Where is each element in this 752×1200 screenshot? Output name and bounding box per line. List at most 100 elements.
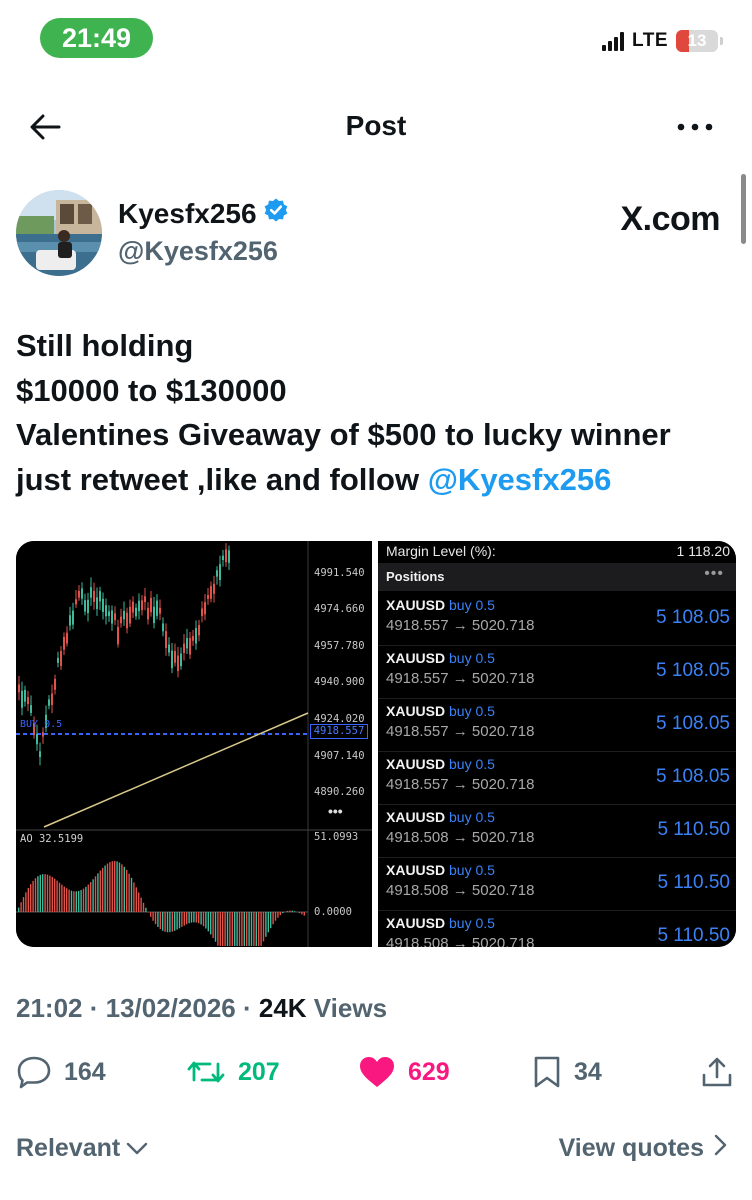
ao-bar: [270, 912, 272, 929]
ao-bar: [279, 912, 281, 916]
ao-bar: [258, 912, 260, 946]
price-level-label: 4957.780: [314, 640, 365, 652]
ao-bar: [174, 912, 176, 931]
ao-bar: [195, 912, 197, 923]
ao-bar: [145, 907, 147, 912]
position-row[interactable]: XAUUSD buy 0.5 4918.557 → 5020.718 5 108.0…: [378, 752, 736, 805]
sort-replies-button[interactable]: Relevant: [16, 1134, 148, 1163]
view-quotes-link[interactable]: View quotes: [559, 1134, 728, 1163]
ao-bar: [205, 912, 207, 929]
position-row[interactable]: XAUUSD buy 0.5 4918.508 → 5020.718 5 110.5…: [378, 911, 736, 947]
ao-bar: [193, 912, 195, 923]
position-prices: 4918.508 → 5020.718: [386, 935, 535, 947]
position-prices: 4918.508 → 5020.718: [386, 829, 535, 846]
ao-bar: [58, 882, 61, 912]
more-horizontal-icon[interactable]: [676, 112, 714, 142]
ao-bar: [150, 912, 152, 917]
position-symbol-text: XAUUSD: [386, 703, 446, 719]
author-handle[interactable]: @Kyesfx256: [118, 236, 278, 267]
position-side: buy 0.5: [449, 703, 495, 719]
ao-bar: [210, 912, 212, 935]
ao-bar: [25, 892, 27, 912]
reply-icon: [16, 1055, 52, 1089]
mention-link[interactable]: @Kyesfx256: [428, 462, 612, 497]
ao-bar: [241, 912, 243, 946]
position-row[interactable]: XAUUSD buy 0.5 4918.557 → 5020.718 5 108.0…: [378, 699, 736, 752]
ao-bar: [39, 874, 41, 912]
bookmark-button[interactable]: 34: [532, 1052, 602, 1092]
ao-bar: [128, 873, 130, 912]
ao-bar: [99, 870, 101, 912]
position-symbol: XAUUSD buy 0.5: [386, 809, 495, 825]
ao-bar: [46, 874, 49, 912]
share-button[interactable]: [700, 1052, 734, 1092]
positions-image[interactable]: Margin Level (%): 1 118.20 Positions •••…: [378, 541, 736, 947]
ao-bar: [178, 912, 181, 929]
tweet-media[interactable]: 4991.540 4974.660 4957.780 4940.900 4924…: [16, 541, 736, 947]
position-side: buy 0.5: [449, 756, 495, 772]
ao-bar: [231, 912, 233, 946]
positions-more-icon: •••: [704, 565, 724, 582]
position-row[interactable]: XAUUSD buy 0.5 4918.508 → 5020.718 5 110.5…: [378, 805, 736, 858]
chevron-right-icon: [714, 1134, 728, 1163]
position-profit: 5 108.05: [656, 607, 730, 628]
ao-bar: [277, 912, 279, 918]
ao-bar: [219, 912, 221, 946]
ao-bar: [34, 878, 37, 912]
ao-bar: [298, 912, 301, 914]
ao-bar: [102, 867, 104, 912]
ao-bar: [303, 912, 305, 916]
position-row[interactable]: XAUUSD buy 0.5 4918.557 → 5020.718 5 108.0…: [378, 646, 736, 699]
like-count: 629: [408, 1057, 450, 1086]
scrollbar[interactable]: [741, 174, 746, 244]
ao-bar: [260, 912, 262, 946]
ao-bar: [73, 891, 75, 912]
post-time: 21:02: [16, 993, 83, 1023]
tweet-line: just retweet ,like and follow @Kyesfx256: [16, 458, 736, 503]
position-row[interactable]: XAUUSD buy 0.5 4918.508 → 5020.718 5 110.5…: [378, 858, 736, 911]
position-side: buy 0.5: [449, 650, 495, 666]
ao-bar: [181, 912, 183, 927]
position-symbol-text: XAUUSD: [386, 650, 446, 666]
ao-bar: [70, 890, 73, 912]
ao-bar: [94, 876, 97, 912]
ao-zero-label: 0.0000: [314, 906, 352, 918]
avatar[interactable]: [16, 190, 102, 276]
ao-bar: [92, 879, 94, 912]
ao-bar: [169, 912, 171, 933]
ao-bar: [243, 912, 245, 946]
ao-bar: [18, 907, 20, 912]
signal-icon: [602, 31, 625, 51]
position-symbol: XAUUSD buy 0.5: [386, 597, 495, 613]
position-row[interactable]: XAUUSD buy 0.5 4918.557 → 5020.718 5 108.0…: [378, 593, 736, 646]
ao-bar: [109, 862, 111, 912]
ao-bar: [289, 910, 291, 912]
sort-label: Relevant: [16, 1134, 121, 1162]
ao-bar: [63, 886, 65, 912]
position-symbol: XAUUSD buy 0.5: [386, 650, 495, 666]
reply-count: 164: [64, 1057, 106, 1086]
position-profit: 5 110.50: [657, 925, 730, 946]
ao-bar: [282, 912, 284, 914]
heart-icon: [358, 1055, 396, 1089]
repost-button[interactable]: 207: [186, 1052, 280, 1092]
ao-bar: [22, 897, 25, 912]
tweet-line: Still holding: [16, 328, 194, 363]
chevron-down-icon: [126, 1134, 148, 1163]
ao-bar: [164, 912, 166, 932]
position-symbol: XAUUSD buy 0.5: [386, 915, 495, 931]
position-symbol: XAUUSD buy 0.5: [386, 703, 495, 719]
ao-bar: [142, 902, 145, 912]
source-label: X.com: [620, 200, 720, 238]
price-level-label: 4907.140: [314, 750, 365, 762]
position-profit: 5 108.05: [656, 713, 730, 734]
ao-bar: [176, 912, 178, 930]
ao-bar: [37, 876, 39, 912]
position-profit: 5 108.05: [656, 660, 730, 681]
author-name[interactable]: Kyesfx256: [118, 197, 289, 230]
like-button[interactable]: 629: [358, 1052, 450, 1092]
reply-button[interactable]: 164: [16, 1052, 106, 1092]
ao-bar: [140, 897, 142, 912]
price-level-label: 4890.260: [314, 786, 365, 798]
trading-chart-image[interactable]: 4991.540 4974.660 4957.780 4940.900 4924…: [16, 541, 372, 947]
